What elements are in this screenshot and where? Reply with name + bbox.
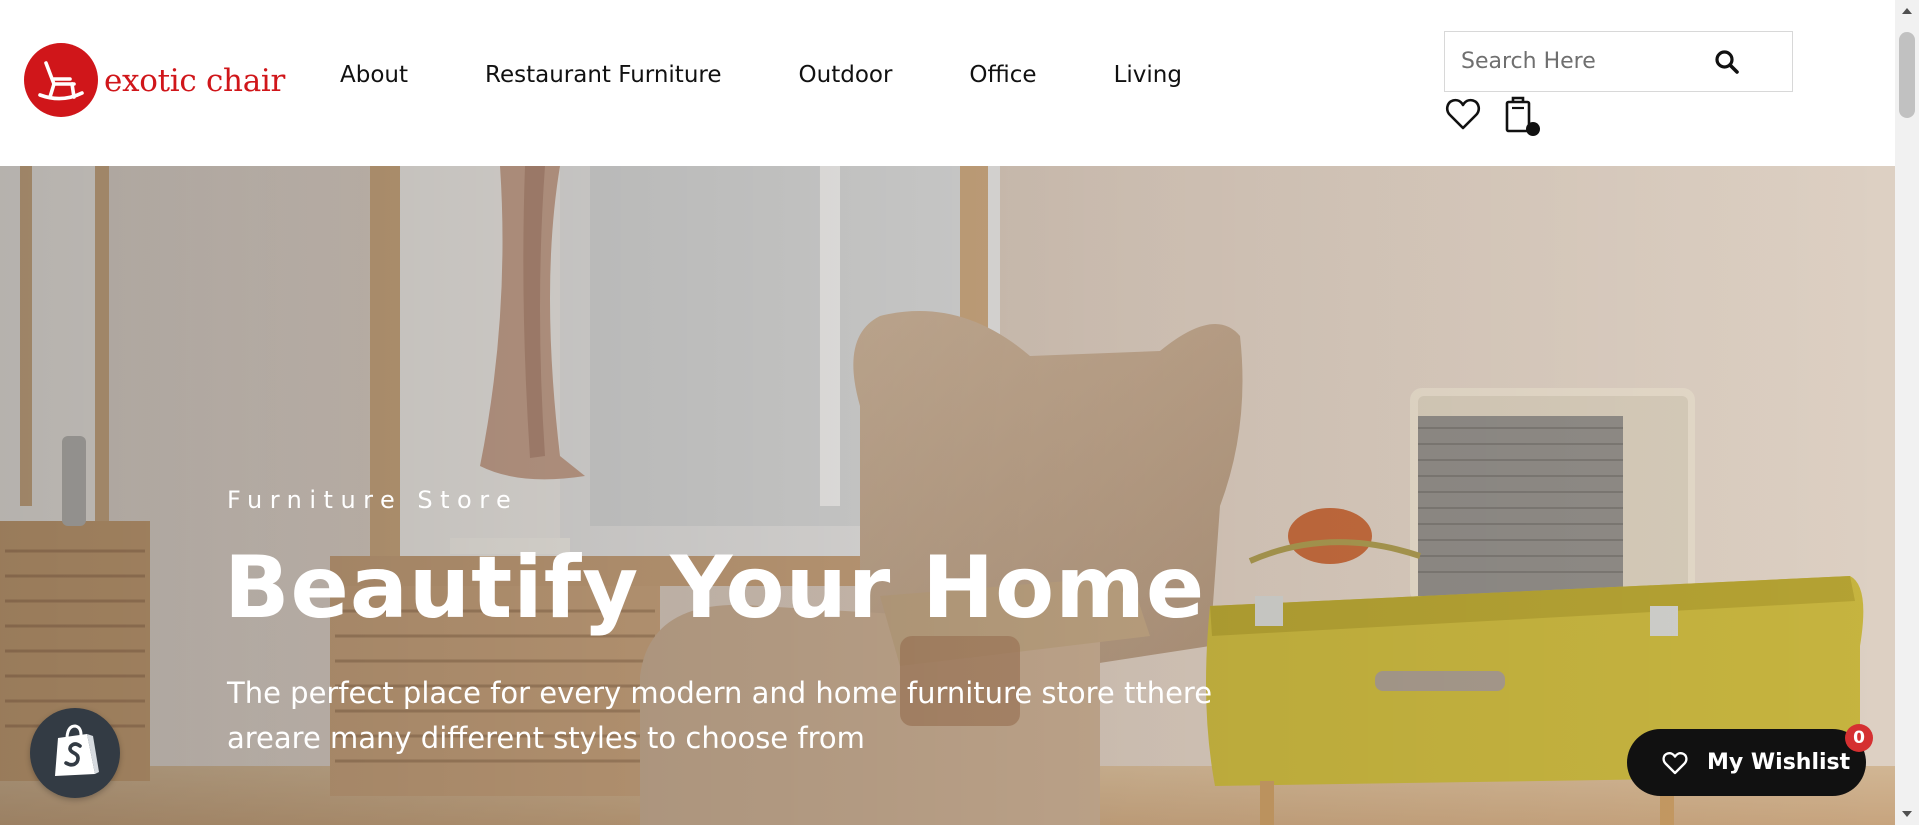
shopping-bag-icon[interactable] <box>1503 93 1545 139</box>
hero-title: Beautify Your Home <box>224 538 1206 638</box>
search-icon[interactable] <box>1711 46 1743 78</box>
scroll-down-arrow[interactable] <box>1902 811 1912 817</box>
nav-item-office[interactable]: Office <box>969 62 1036 88</box>
brand-logo[interactable]: exotic chair <box>24 43 285 117</box>
page-scrollbar[interactable] <box>1895 0 1919 825</box>
heart-icon[interactable] <box>1444 95 1482 133</box>
nav-item-living[interactable]: Living <box>1114 62 1182 88</box>
hero-eyebrow: Furniture Store <box>227 486 519 514</box>
nav-item-about[interactable]: About <box>340 62 408 88</box>
my-wishlist-label: My Wishlist <box>1707 750 1851 775</box>
nav-item-outdoor[interactable]: Outdoor <box>799 62 893 88</box>
shopify-badge[interactable] <box>30 708 120 798</box>
scroll-thumb[interactable] <box>1899 32 1915 118</box>
hero-subtitle: The perfect place for every modern and h… <box>227 676 1213 755</box>
search-box <box>1444 31 1793 92</box>
my-wishlist-button[interactable]: My Wishlist <box>1627 729 1866 796</box>
nav-item-restaurant-furniture[interactable]: Restaurant Furniture <box>485 62 722 88</box>
rocking-chair-icon <box>24 43 98 117</box>
scroll-up-arrow[interactable] <box>1902 8 1912 14</box>
site-header: exotic chair About Restaurant Furniture … <box>0 0 1895 166</box>
shopify-bag-icon <box>49 722 101 784</box>
hero-banner: Furniture Store Beautify Your Home The p… <box>0 166 1895 825</box>
heart-icon <box>1661 749 1689 777</box>
brand-name: exotic chair <box>104 63 286 99</box>
search-input[interactable] <box>1445 32 1735 91</box>
wishlist-count-badge: 0 <box>1845 724 1873 752</box>
main-nav: About Restaurant Furniture Outdoor Offic… <box>340 62 1259 88</box>
